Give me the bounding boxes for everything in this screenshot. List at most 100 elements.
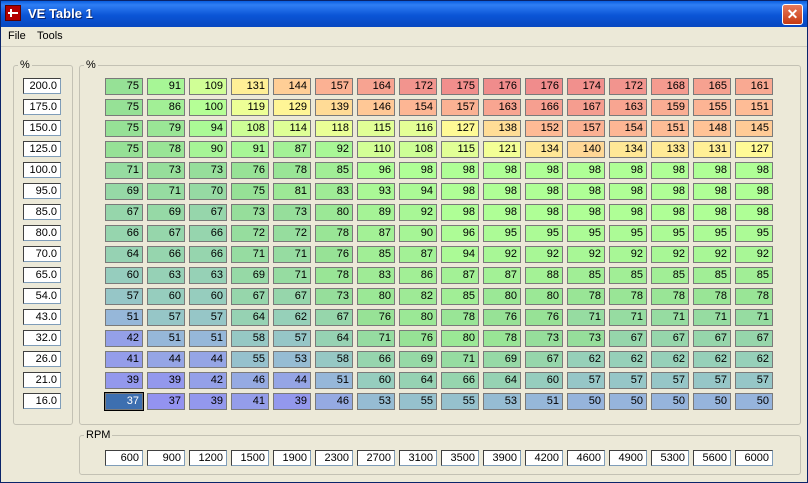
table-cell[interactable]: 71	[651, 309, 689, 326]
table-cell[interactable]: 98	[483, 183, 521, 200]
table-cell[interactable]: 76	[357, 309, 395, 326]
x-axis-value[interactable]: 5600	[693, 450, 731, 466]
table-cell[interactable]: 44	[147, 351, 185, 368]
table-cell[interactable]: 62	[735, 351, 773, 368]
table-cell[interactable]: 85	[609, 267, 647, 284]
y-axis-value[interactable]: 70.0	[23, 246, 61, 262]
table-cell[interactable]: 176	[483, 78, 521, 95]
y-axis-value[interactable]: 26.0	[23, 351, 61, 367]
table-cell[interactable]: 60	[105, 267, 143, 284]
table-cell[interactable]: 71	[273, 246, 311, 263]
table-cell[interactable]: 69	[105, 183, 143, 200]
table-cell[interactable]: 67	[273, 288, 311, 305]
table-cell[interactable]: 62	[567, 351, 605, 368]
table-cell[interactable]: 92	[693, 246, 731, 263]
table-cell[interactable]: 95	[693, 225, 731, 242]
x-axis-value[interactable]: 1200	[189, 450, 227, 466]
title-bar[interactable]: VE Table 1 ✕	[1, 1, 807, 27]
table-cell[interactable]: 98	[525, 183, 563, 200]
x-axis-value[interactable]: 4600	[567, 450, 605, 466]
table-cell[interactable]: 75	[105, 141, 143, 158]
table-cell[interactable]: 145	[735, 120, 773, 137]
table-cell[interactable]: 69	[231, 267, 269, 284]
table-cell[interactable]: 87	[357, 225, 395, 242]
table-cell[interactable]: 87	[273, 141, 311, 158]
table-cell[interactable]: 90	[399, 225, 437, 242]
table-cell[interactable]: 98	[567, 204, 605, 221]
table-cell[interactable]: 39	[273, 393, 311, 410]
table-cell[interactable]: 98	[693, 162, 731, 179]
table-cell[interactable]: 58	[315, 351, 353, 368]
table-cell[interactable]: 118	[315, 120, 353, 137]
table-cell[interactable]: 78	[273, 162, 311, 179]
table-cell[interactable]: 174	[567, 78, 605, 95]
table-cell[interactable]: 98	[609, 204, 647, 221]
table-cell[interactable]: 131	[693, 141, 731, 158]
table-cell[interactable]: 73	[567, 330, 605, 347]
table-cell[interactable]: 37	[147, 393, 185, 410]
table-cell[interactable]: 67	[105, 204, 143, 221]
table-cell[interactable]: 51	[315, 372, 353, 389]
table-cell[interactable]: 87	[441, 267, 479, 284]
table-cell[interactable]: 110	[357, 141, 395, 158]
table-cell[interactable]: 151	[651, 120, 689, 137]
table-cell[interactable]: 85	[357, 246, 395, 263]
table-cell[interactable]: 69	[147, 204, 185, 221]
table-cell[interactable]: 75	[105, 120, 143, 137]
table-cell-selected[interactable]: 37	[104, 392, 144, 411]
table-cell[interactable]: 71	[105, 162, 143, 179]
table-cell[interactable]: 151	[735, 99, 773, 116]
table-cell[interactable]: 50	[693, 393, 731, 410]
x-axis-value[interactable]: 6000	[735, 450, 773, 466]
table-cell[interactable]: 152	[525, 120, 563, 137]
table-cell[interactable]: 163	[483, 99, 521, 116]
table-cell[interactable]: 92	[567, 246, 605, 263]
table-cell[interactable]: 98	[483, 162, 521, 179]
table-cell[interactable]: 86	[147, 99, 185, 116]
table-cell[interactable]: 62	[693, 351, 731, 368]
table-cell[interactable]: 92	[315, 141, 353, 158]
table-cell[interactable]: 80	[399, 309, 437, 326]
table-cell[interactable]: 161	[735, 78, 773, 95]
table-cell[interactable]: 133	[651, 141, 689, 158]
table-cell[interactable]: 67	[651, 330, 689, 347]
y-axis-value[interactable]: 80.0	[23, 225, 61, 241]
table-cell[interactable]: 172	[399, 78, 437, 95]
table-cell[interactable]: 76	[231, 162, 269, 179]
table-cell[interactable]: 148	[693, 120, 731, 137]
table-cell[interactable]: 140	[567, 141, 605, 158]
table-cell[interactable]: 90	[189, 141, 227, 158]
table-cell[interactable]: 78	[315, 267, 353, 284]
table-cell[interactable]: 154	[399, 99, 437, 116]
y-axis-value[interactable]: 21.0	[23, 372, 61, 388]
table-cell[interactable]: 92	[735, 246, 773, 263]
table-cell[interactable]: 89	[357, 204, 395, 221]
table-cell[interactable]: 114	[273, 120, 311, 137]
table-cell[interactable]: 95	[567, 225, 605, 242]
table-cell[interactable]: 175	[441, 78, 479, 95]
table-cell[interactable]: 79	[147, 120, 185, 137]
table-cell[interactable]: 60	[147, 288, 185, 305]
y-axis-value[interactable]: 175.0	[23, 99, 61, 115]
table-cell[interactable]: 98	[525, 162, 563, 179]
menu-tools[interactable]: Tools	[37, 30, 63, 42]
table-cell[interactable]: 96	[441, 225, 479, 242]
table-cell[interactable]: 94	[441, 246, 479, 263]
table-cell[interactable]: 67	[189, 204, 227, 221]
table-cell[interactable]: 42	[105, 330, 143, 347]
table-cell[interactable]: 73	[525, 330, 563, 347]
table-cell[interactable]: 39	[189, 393, 227, 410]
table-cell[interactable]: 78	[441, 309, 479, 326]
table-cell[interactable]: 92	[483, 246, 521, 263]
table-cell[interactable]: 67	[525, 351, 563, 368]
table-cell[interactable]: 71	[609, 309, 647, 326]
table-cell[interactable]: 98	[567, 162, 605, 179]
table-cell[interactable]: 157	[567, 120, 605, 137]
table-cell[interactable]: 73	[147, 162, 185, 179]
table-cell[interactable]: 86	[399, 267, 437, 284]
table-cell[interactable]: 53	[483, 393, 521, 410]
table-cell[interactable]: 67	[231, 288, 269, 305]
table-cell[interactable]: 76	[525, 309, 563, 326]
table-cell[interactable]: 57	[693, 372, 731, 389]
table-cell[interactable]: 81	[273, 183, 311, 200]
